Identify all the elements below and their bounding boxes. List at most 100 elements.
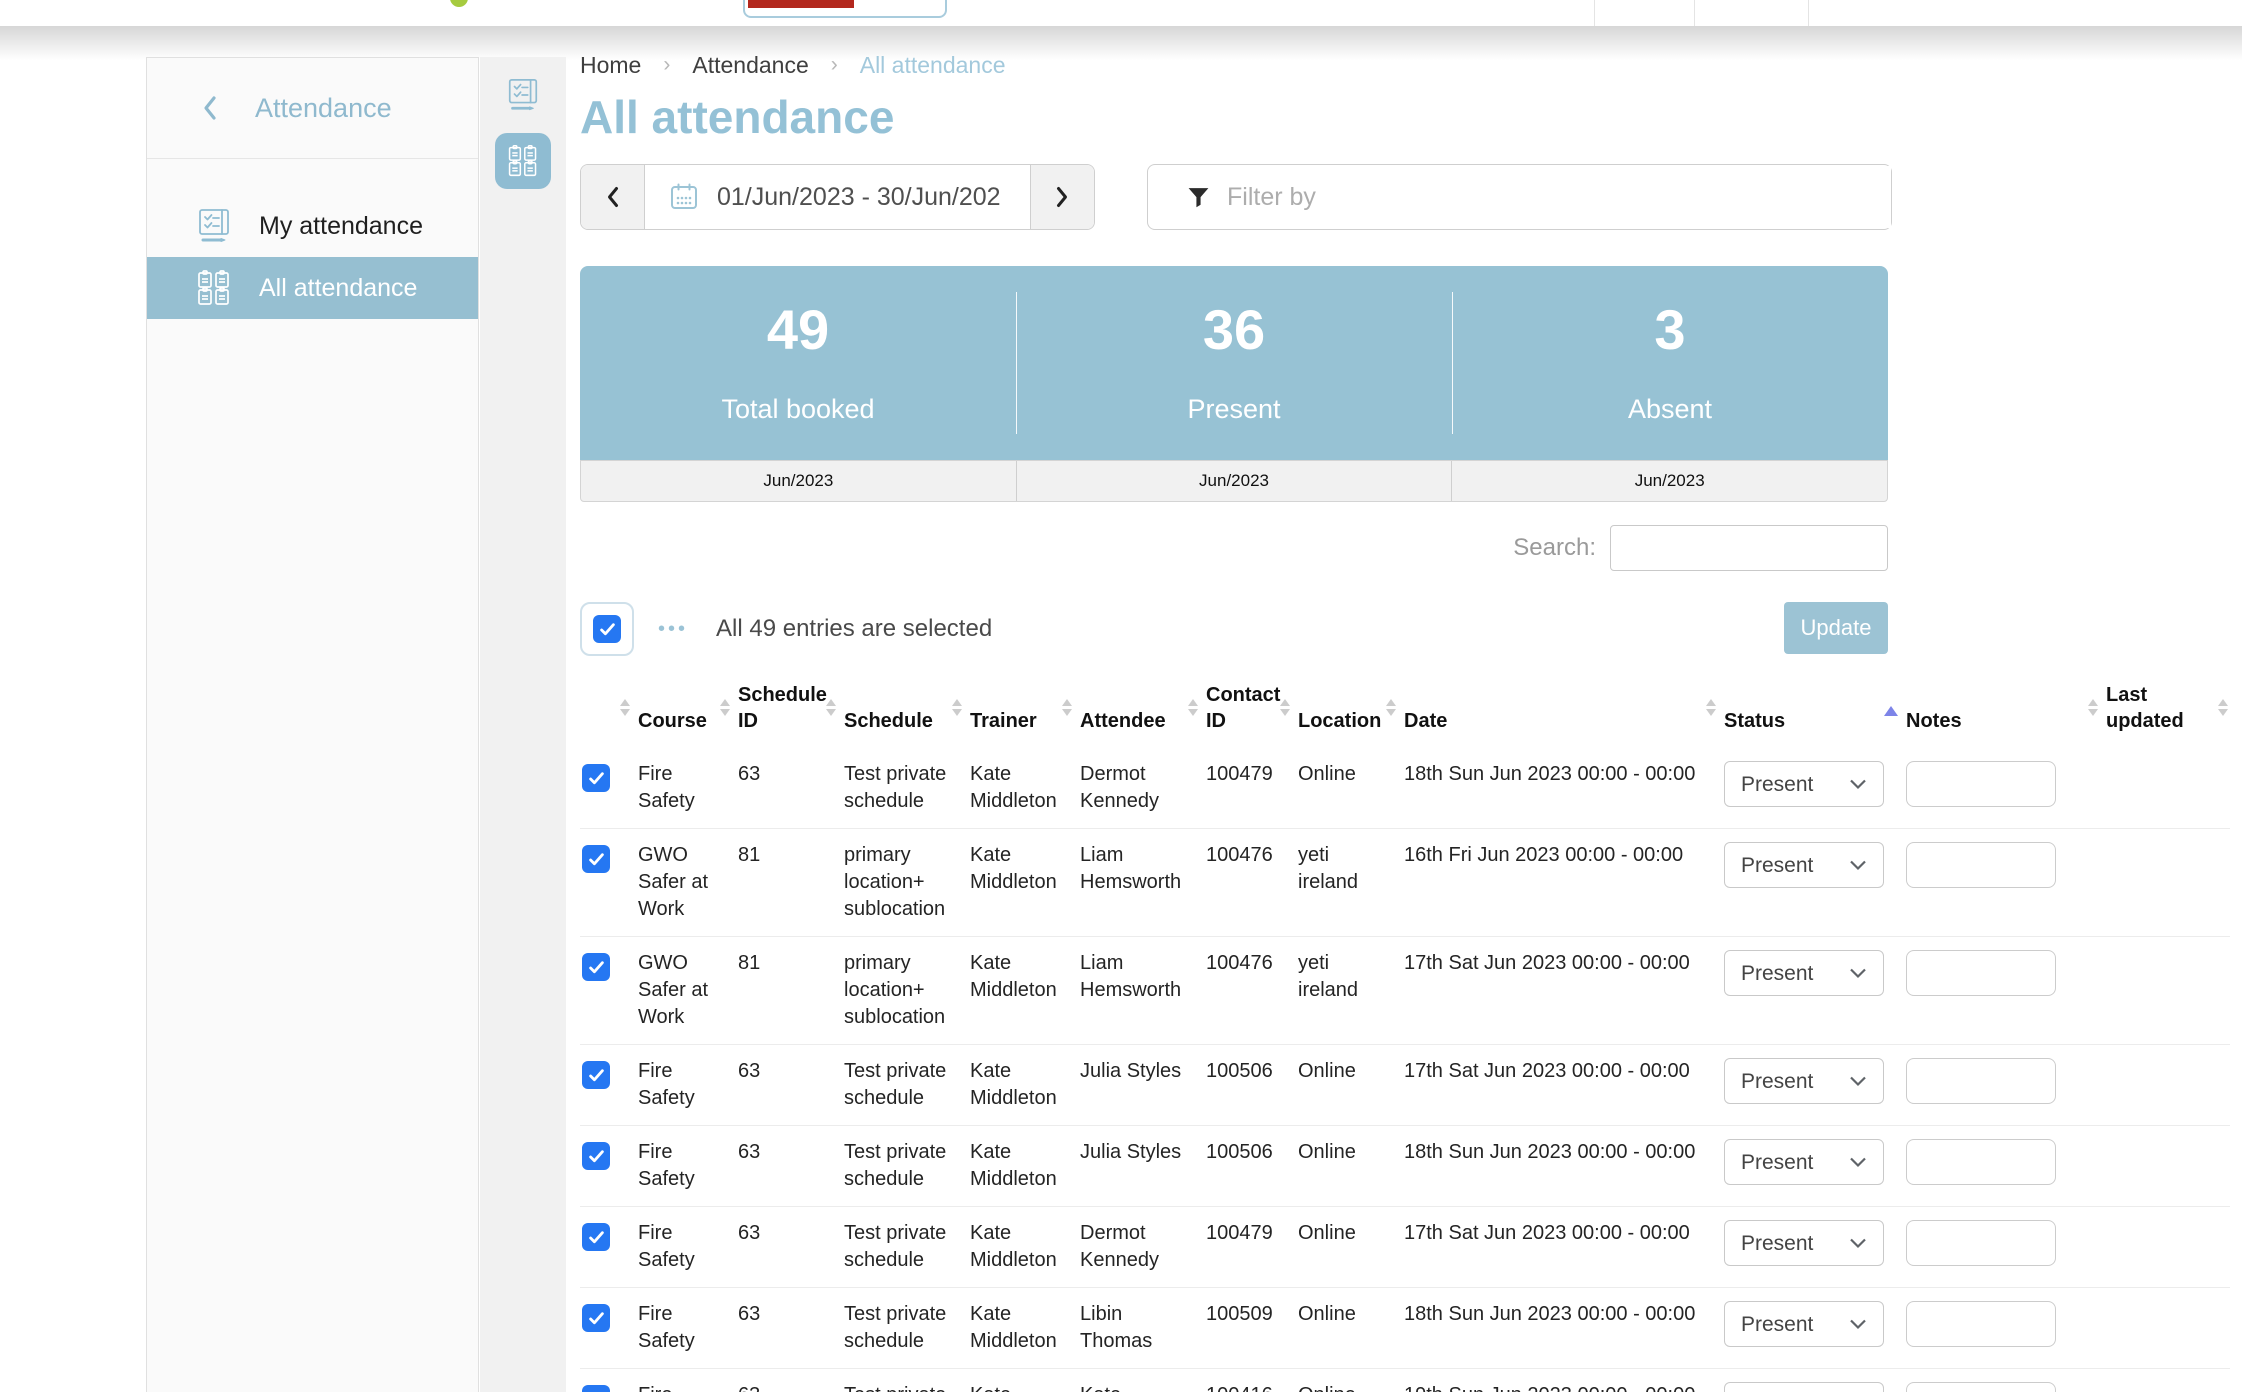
column-header-trainer[interactable]: Trainer [964,670,1074,748]
breadcrumb-item-home[interactable]: Home [580,52,641,79]
status-select[interactable]: Present [1724,950,1884,996]
sort-icon[interactable] [2088,699,2098,716]
column-header-course[interactable]: Course [632,670,732,748]
cell-schedule: Test private schedule [838,1126,964,1207]
status-select[interactable]: Present [1724,761,1884,807]
column-label: Course [638,710,707,732]
sort-icon[interactable] [1706,699,1716,716]
column-header-date[interactable]: Date [1398,670,1718,748]
cell-contact_id: 100509 [1200,1288,1292,1369]
cell-location: yeti ireland [1292,937,1398,1045]
row-checkbox[interactable] [582,1304,610,1332]
update-button[interactable]: Update [1784,602,1888,654]
sort-icon[interactable] [2218,699,2228,716]
cell-last_updated [2100,1126,2230,1207]
notes-input[interactable] [1906,1382,2056,1392]
sort-down-icon [620,709,630,716]
cell-date: 17th Sat Jun 2023 00:00 - 00:00 [1398,1045,1718,1126]
cell-contact_id: 100476 [1200,829,1292,937]
sort-icon[interactable] [1062,699,1072,716]
sort-icon[interactable] [952,699,962,716]
date-range-text: 01/Jun/2023 - 30/Jun/202 [717,183,1001,212]
column-header-location[interactable]: Location [1292,670,1398,748]
column-label: Trainer [970,710,1037,732]
sidebar-item-my-attendance[interactable]: My attendance [147,195,478,257]
sort-down-icon [2218,709,2228,716]
table-row: GWO Safer at Work81primary location+ sub… [580,829,2230,937]
status-select[interactable]: Present [1724,1139,1884,1185]
column-header-notes[interactable]: Notes [1900,670,2100,748]
row-checkbox[interactable] [582,1142,610,1170]
notes-input[interactable] [1906,842,2056,888]
sort-icon[interactable] [1386,699,1396,716]
breadcrumb-item-attendance[interactable]: Attendance [692,52,808,79]
cell-schedule: Test private schedule [838,748,964,829]
attendance-table: Course Schedule ID Schedule Trainer Attendee… [580,670,2230,1392]
status-select[interactable]: Present [1724,1301,1884,1347]
select-all-checkbox[interactable] [593,615,621,643]
cell-course: Fire Safety [632,748,732,829]
sort-icon[interactable] [720,699,730,716]
notes-input[interactable] [1906,1058,2056,1104]
sort-icon[interactable] [1280,699,1290,716]
breadcrumb-separator: › [663,53,670,77]
cell-notes [1900,1288,2100,1369]
notes-input[interactable] [1906,1139,2056,1185]
next-period-button[interactable] [1030,165,1094,229]
search-input[interactable] [1610,525,1888,571]
column-header-schedule_id[interactable]: Schedule ID [732,670,838,748]
stat-period: Jun/2023 [1451,461,1887,501]
cell-course: Fire Safety [632,1288,732,1369]
stats-periods: Jun/2023 Jun/2023 Jun/2023 [580,460,1888,502]
row-checkbox[interactable] [582,1385,610,1392]
sort-down-icon [1062,709,1072,716]
sort-up-icon [1386,699,1396,706]
row-checkbox[interactable] [582,1223,610,1251]
status-select[interactable]: Present [1724,1058,1884,1104]
cell-date: 19th Sun Jun 2023 00:00 - 00:00 [1398,1369,1718,1392]
more-options-icon[interactable]: ••• [658,618,688,641]
cell-last_updated [2100,1369,2230,1392]
status-select[interactable]: Present [1724,1382,1884,1392]
notes-input[interactable] [1906,1301,2056,1347]
header-button-fragment[interactable] [743,0,947,18]
stats-divider [1452,292,1453,434]
sort-icon[interactable] [826,699,836,716]
status-value: Present [1741,852,1813,879]
column-label: Schedule [844,710,933,732]
column-header-attendee[interactable]: Attendee [1074,670,1200,748]
column-label: Last updated [2106,684,2184,732]
rail-all-attendance-button[interactable] [495,133,551,189]
column-header-last_updated[interactable]: Last updated [2100,670,2230,748]
sidebar-item-all-attendance[interactable]: All attendance [147,257,478,319]
breadcrumb: Home › Attendance › All attendance [580,50,2230,80]
column-header-status[interactable]: Status [1718,670,1900,748]
column-header-schedule[interactable]: Schedule [838,670,964,748]
row-checkbox[interactable] [582,845,610,873]
status-select[interactable]: Present [1724,842,1884,888]
rail-my-attendance-button[interactable] [497,71,549,119]
row-checkbox[interactable] [582,764,610,792]
sort-icon[interactable] [620,699,630,716]
row-checkbox[interactable] [582,1061,610,1089]
cell-location: Online [1292,1288,1398,1369]
date-range-value[interactable]: 01/Jun/2023 - 30/Jun/202 [645,165,1030,229]
notes-input[interactable] [1906,761,2056,807]
cell-course: Fire Safety [632,1369,732,1392]
status-select[interactable]: Present [1724,1220,1884,1266]
cell-date: 16th Fri Jun 2023 00:00 - 00:00 [1398,829,1718,937]
sort-up-icon [1188,699,1198,706]
filter-input[interactable] [1225,166,1891,228]
cell-date: 18th Sun Jun 2023 00:00 - 00:00 [1398,748,1718,829]
column-header-contact_id[interactable]: Contact ID [1200,670,1292,748]
row-checkbox[interactable] [582,953,610,981]
prev-period-button[interactable] [581,165,645,229]
chevron-left-icon[interactable] [201,95,217,121]
sidebar-title: Attendance [255,93,392,124]
notes-input[interactable] [1906,1220,2056,1266]
sort-icon[interactable] [1188,699,1198,716]
column-header-select[interactable] [580,670,632,748]
sort-icon[interactable] [1884,706,1898,716]
cell-status: Present [1718,829,1900,937]
notes-input[interactable] [1906,950,2056,996]
